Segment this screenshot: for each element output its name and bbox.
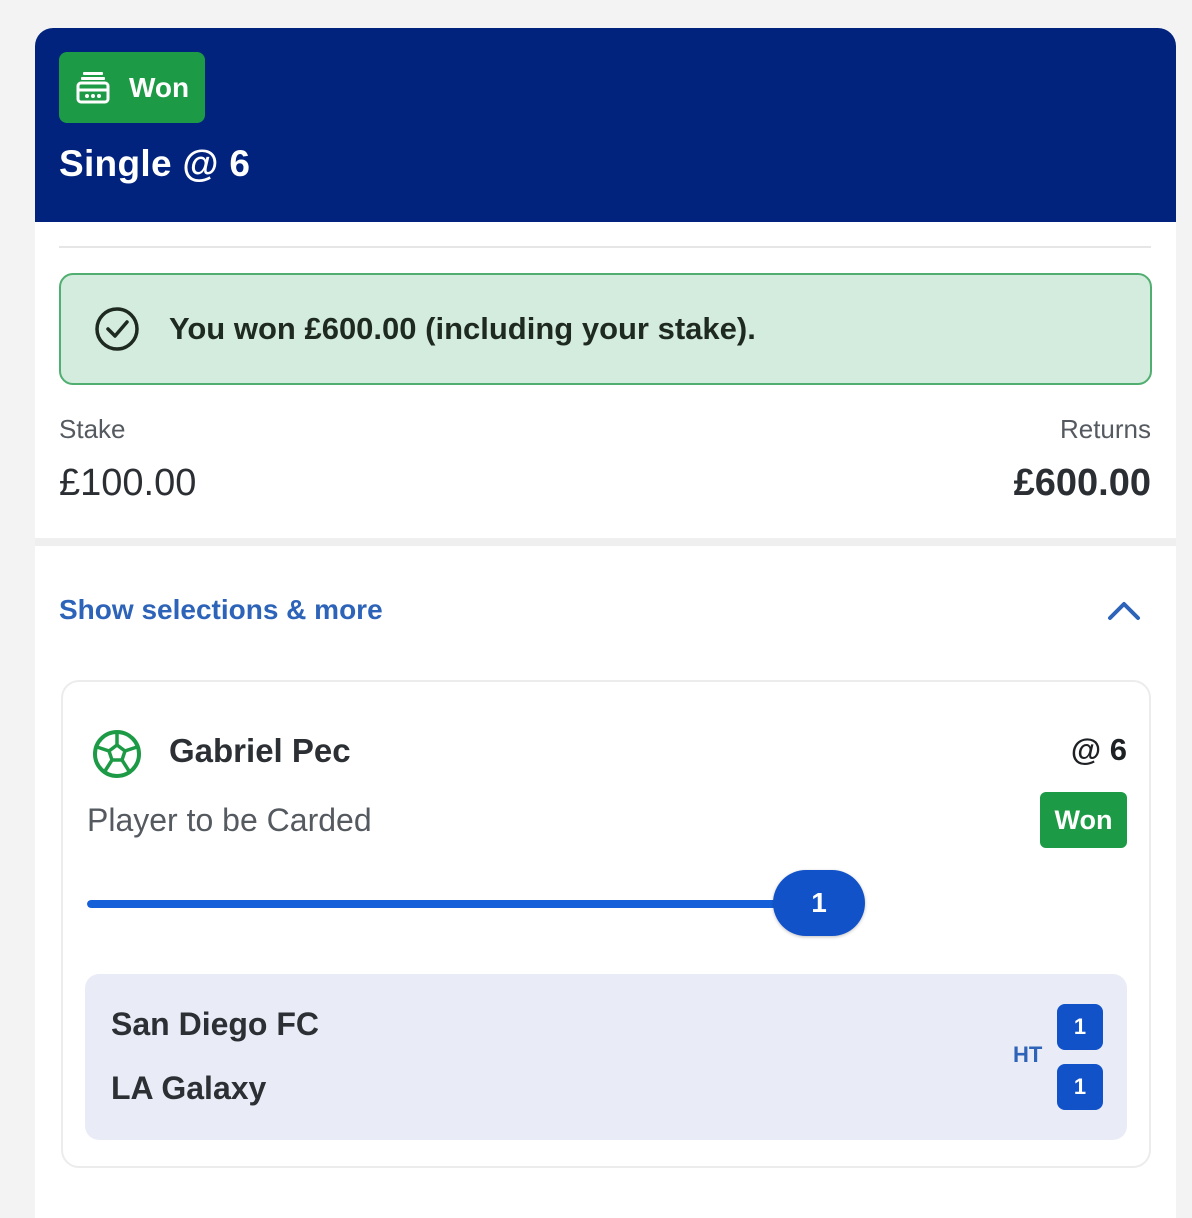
- bet-header: Won Single @ 6: [35, 28, 1176, 222]
- bet-card: Won Single @ 6 You won £600.00 (includin…: [35, 28, 1176, 1218]
- home-team-score: 1: [1057, 1004, 1103, 1050]
- progress-value-badge: 1: [773, 870, 865, 936]
- status-badge-label: Won: [129, 71, 190, 103]
- stake-value: £100.00: [59, 462, 197, 504]
- selection-player-name: Gabriel Pec: [169, 732, 351, 769]
- away-team-score: 1: [1057, 1064, 1103, 1110]
- away-team-name: LA Galaxy: [111, 1070, 267, 1106]
- chevron-up-icon: [1108, 602, 1140, 620]
- returns-value: £600.00: [1013, 462, 1151, 504]
- returns-label: Returns: [1059, 414, 1151, 444]
- progress-fill: [87, 900, 777, 908]
- cash-register-icon: [76, 71, 110, 103]
- match-scoreboard: San Diego FC LA Galaxy HT 1 1: [85, 974, 1127, 1140]
- selection-result-badge: Won: [1040, 792, 1127, 848]
- match-period-label: HT: [1013, 1042, 1043, 1067]
- progress-track: [87, 900, 777, 908]
- status-badge: Won: [59, 52, 205, 123]
- win-message-banner: You won £600.00 (including your stake).: [59, 273, 1152, 385]
- stake-label: Stake: [59, 414, 126, 444]
- selection-market: Player to be Carded: [87, 802, 372, 838]
- show-selections-link[interactable]: Show selections & more: [59, 594, 383, 626]
- bet-type-title: Single @ 6: [59, 143, 251, 184]
- divider: [59, 246, 1151, 248]
- check-circle-icon: [95, 307, 139, 351]
- selection-card: Gabriel Pec @ 6 Player to be Carded Won …: [61, 680, 1151, 1168]
- football-icon: [93, 730, 141, 778]
- home-team-name: San Diego FC: [111, 1006, 320, 1042]
- win-message-text: You won £600.00 (including your stake).: [169, 311, 756, 346]
- collapse-toggle-button[interactable]: [1104, 594, 1144, 626]
- section-divider: [35, 538, 1176, 546]
- selection-odds: @ 6: [1070, 732, 1127, 767]
